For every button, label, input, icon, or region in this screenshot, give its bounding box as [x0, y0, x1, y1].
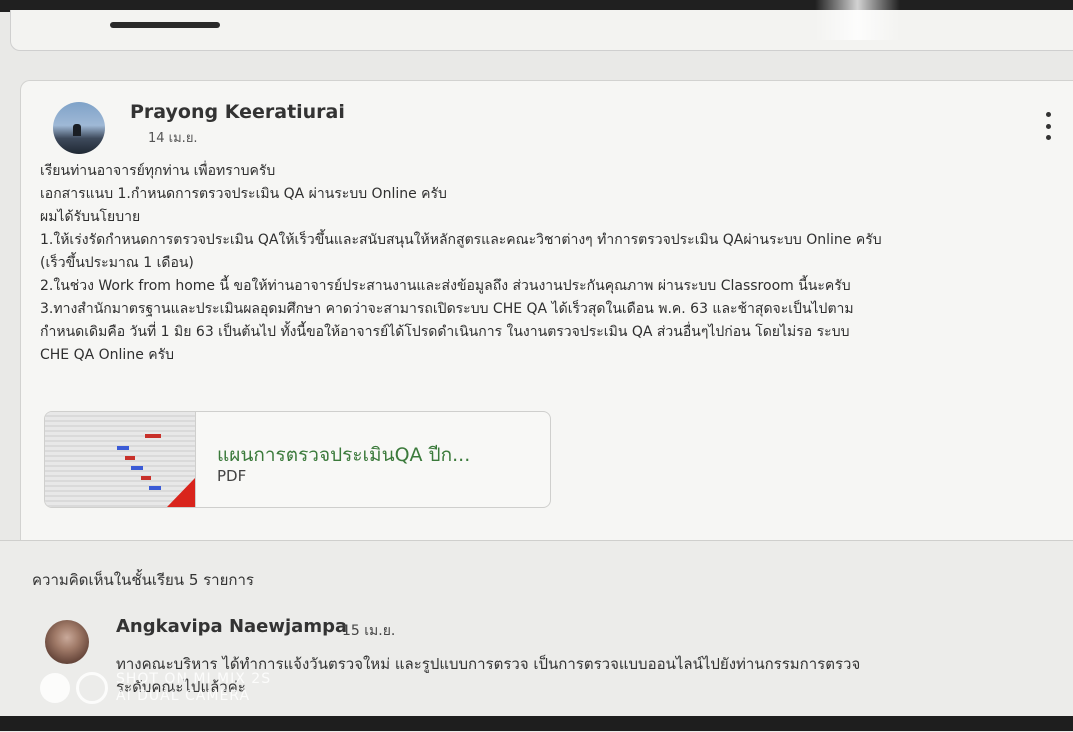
comment-author: Angkavipa Naewjampa: [116, 616, 348, 637]
screen-glare: [815, 0, 900, 40]
post-line: 2.ในช่วง Work from home นี้ ขอให้ท่านอาจ…: [40, 278, 851, 294]
thumb-bar: [125, 456, 135, 460]
watermark-line: AI DUAL CAMERA: [116, 688, 251, 704]
thumb-bar: [149, 486, 161, 490]
previous-post-bar: [110, 22, 220, 28]
thumb-bar: [117, 446, 129, 450]
comment-date: 15 เม.ย.: [342, 623, 396, 639]
commenter-avatar: [45, 620, 89, 664]
camera-watermark: SHOT ON MI MIX 2S AI DUAL CAMERA: [40, 666, 271, 710]
previous-post-card: [10, 10, 1073, 51]
post-line: ผมได้รับนโยบาย: [40, 209, 141, 225]
post-line: 1.ให้เร่งรัดกำหนดการตรวจประเมิน QAให้เร็…: [40, 232, 882, 248]
post-line: เอกสารแนบ 1.กำหนดการตรวจประเมิน QA ผ่านร…: [40, 186, 447, 202]
watermark-dot-icon: [40, 673, 70, 703]
class-comments-link[interactable]: ความคิดเห็นในชั้นเรียน 5 รายการ: [32, 568, 254, 592]
watermark-ring-icon: [76, 672, 108, 704]
pdf-corner-icon: [167, 478, 195, 507]
bottom-edge: [0, 716, 1073, 731]
post-author-name: Prayong Keeratiurai: [130, 101, 345, 123]
avatar-figure: [73, 124, 81, 136]
author-avatar[interactable]: [53, 102, 105, 154]
more-dot: [1045, 112, 1051, 117]
attachment-title[interactable]: แผนการตรวจประเมินQA ปีก...: [217, 440, 470, 470]
post-date: 14 เม.ย.: [148, 131, 198, 146]
post-line: CHE QA Online ครับ: [40, 347, 175, 363]
post-line: กำหนดเดิมคือ วันที่ 1 มิย 63 เป็นต้นไป ท…: [40, 324, 850, 340]
attachment-thumbnail: [45, 412, 196, 507]
watermark-text: SHOT ON MI MIX 2S AI DUAL CAMERA: [116, 671, 271, 705]
post-line: เรียนท่านอาจารย์ทุกท่าน เพื่อทราบครับ: [40, 163, 276, 179]
more-vert-icon[interactable]: [1041, 112, 1055, 140]
attachment-type: PDF: [217, 467, 247, 485]
post-body: เรียนท่านอาจารย์ทุกท่าน เพื่อทราบครับ เอ…: [40, 160, 1070, 367]
post-line: 3.ทางสำนักมาตรฐานและประเมินผลอุดมศึกษา ค…: [40, 301, 854, 317]
thumb-bar: [131, 466, 143, 470]
more-dot: [1045, 135, 1051, 140]
more-dot: [1045, 123, 1051, 129]
attachment-card[interactable]: แผนการตรวจประเมินQA ปีก... PDF: [44, 411, 551, 508]
thumb-bar: [145, 434, 161, 438]
post-line: (เร็วขึ้นประมาณ 1 เดือน): [40, 255, 194, 271]
thumb-bar: [141, 476, 151, 480]
watermark-line: SHOT ON MI MIX 2S: [116, 671, 272, 687]
